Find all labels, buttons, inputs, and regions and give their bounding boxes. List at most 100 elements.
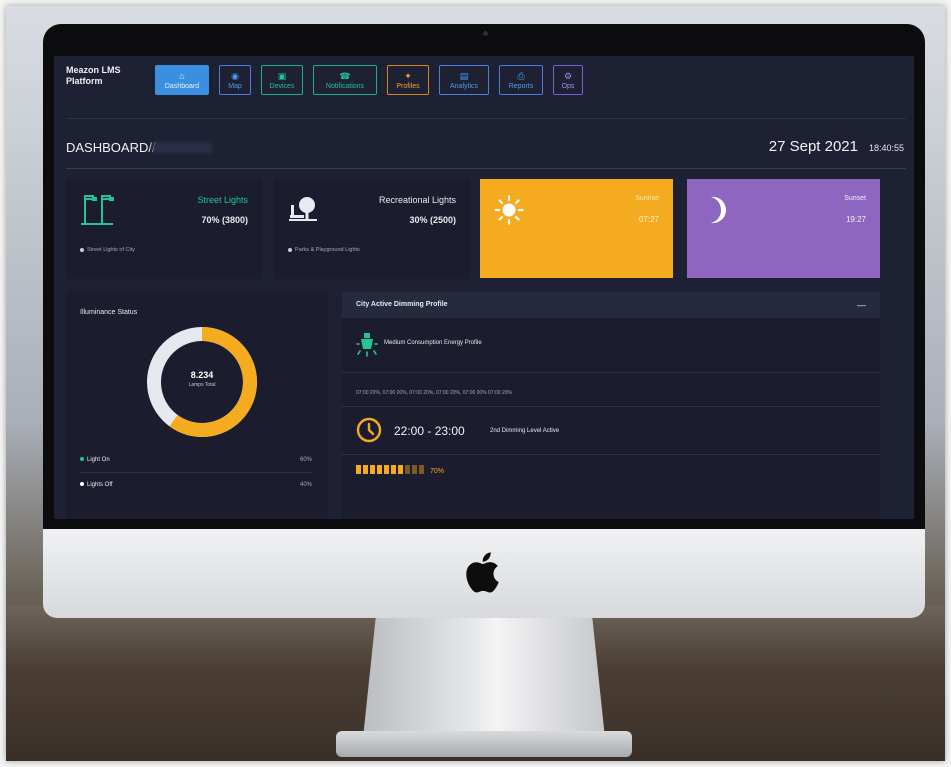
- recreational-lights-value: 30% (2500): [409, 215, 456, 225]
- level-segment: [363, 465, 368, 474]
- current-date: 27 Sept 2021: [768, 138, 858, 155]
- sunrise-label: Sunrise: [635, 195, 659, 202]
- nav-map-button[interactable]: ◉ Map: [219, 65, 251, 95]
- dimming-time-range: 22:00 - 23:00: [394, 424, 465, 438]
- devices-icon: ▣: [277, 70, 287, 81]
- divider: [342, 406, 880, 407]
- recreational-lights-footnote: Parks & Playground Lights: [288, 247, 360, 253]
- lamp-bulb-icon: [356, 333, 378, 357]
- sunset-label: Sunset: [844, 195, 866, 202]
- dimming-profile-panel: City Active Dimming Profile — Medium Con…: [342, 292, 880, 519]
- nav-reports-button[interactable]: ⎙ Reports: [499, 65, 543, 95]
- street-lights-card[interactable]: Street Lights 70% (3800) Street Lights o…: [66, 179, 262, 279]
- level-segment: [356, 465, 361, 474]
- legend-label: Light On: [80, 457, 110, 463]
- nav-profiles-label: Profiles: [396, 82, 420, 90]
- monitor-chin: [43, 523, 925, 618]
- legend-lights-off: Lights Off 40%: [80, 482, 312, 496]
- nav-devices-button[interactable]: ▣ Devices: [261, 65, 303, 95]
- home-icon: ⌂: [179, 70, 185, 81]
- nav-profiles-button[interactable]: ✦ Profiles: [387, 65, 429, 95]
- top-navigation: Meazon LMS Platform ⌂ Dashboard ◉ Map ▣ …: [54, 56, 914, 134]
- street-lights-footnote-text: Street Lights of City: [87, 247, 135, 253]
- apple-logo-icon: [466, 552, 499, 593]
- sun-icon: [494, 195, 524, 225]
- monitor-stand-base: [336, 731, 632, 757]
- nav-ops-label: Ops: [561, 82, 575, 90]
- level-segment: [370, 465, 375, 474]
- dashboard-screen: Meazon LMS Platform ⌂ Dashboard ◉ Map ▣ …: [54, 56, 914, 519]
- nav-reports-label: Reports: [508, 82, 534, 90]
- divider: [66, 168, 906, 169]
- dimming-level-text: 2nd Dimming Level Active: [490, 428, 560, 434]
- street-lights-footnote: Street Lights of City: [80, 247, 135, 253]
- sunset-card[interactable]: Sunset 19:27: [687, 179, 880, 278]
- level-segment: [391, 465, 396, 474]
- nav-bar: ⌂ Dashboard ◉ Map ▣ Devices ☎ Notificati…: [155, 65, 583, 95]
- legend-dot: [80, 482, 84, 487]
- photo-frame: Meazon LMS Platform ⌂ Dashboard ◉ Map ▣ …: [6, 6, 945, 761]
- street-lamp-icon: [81, 195, 114, 225]
- legend-lights-off-text: Lights Off: [87, 482, 113, 488]
- nav-notifications-button[interactable]: ☎ Notifications: [313, 65, 377, 95]
- brand-logo-text: Meazon LMS Platform: [66, 65, 121, 86]
- moon-icon: [711, 196, 726, 224]
- street-lights-value: 70% (3800): [201, 215, 248, 225]
- illuminance-status-panel: Illuminance Status 8.234 Lamps Total Lig…: [66, 292, 328, 519]
- nav-dashboard-label: Dashboard: [164, 82, 200, 90]
- bullet-dot: [80, 247, 84, 252]
- dimming-panel-title: City Active Dimming Profile: [356, 301, 448, 308]
- dimming-schedule: 07:00 20%, 07:00 20%, 07:00 20%, 07:00 2…: [356, 390, 512, 396]
- dimming-level-pct: 70%: [430, 468, 445, 475]
- illuminance-title: Illuminance Status: [80, 309, 138, 316]
- divider: [80, 472, 312, 473]
- dimming-level-meter: [356, 465, 424, 474]
- divider: [342, 372, 880, 373]
- recreational-lights-footnote-text: Parks & Playground Lights: [295, 247, 360, 253]
- recreational-lights-title: Recreational Lights: [378, 195, 456, 205]
- notification-icon: ☎: [339, 70, 351, 81]
- clock-icon: [356, 417, 382, 443]
- monitor-bezel: Meazon LMS Platform ⌂ Dashboard ◉ Map ▣ …: [43, 24, 925, 529]
- legend-label: Lights Off: [80, 482, 113, 488]
- gear-icon: ⚙: [563, 70, 573, 81]
- page-title: DASHBOARD//: [66, 140, 156, 155]
- profile-name: Medium Consumption Energy Profile: [384, 340, 482, 346]
- nav-analytics-button[interactable]: ▤ Analytics: [439, 65, 489, 95]
- level-segment: [419, 465, 424, 474]
- print-icon: ⎙: [517, 70, 525, 81]
- page-header: DASHBOARD// 27 Sept 2021 18:40:55: [66, 136, 906, 160]
- legend-light-on: Light On 60%: [80, 457, 312, 471]
- level-segment: [384, 465, 389, 474]
- sunrise-card[interactable]: Sunrise 07:27: [480, 179, 673, 278]
- nav-analytics-label: Analytics: [449, 82, 478, 90]
- current-time: 18:40:55: [868, 143, 904, 153]
- bullet-dot: [288, 247, 292, 252]
- nav-ops-button[interactable]: ⚙ Ops: [553, 65, 583, 95]
- profiles-icon: ✦: [404, 70, 412, 81]
- legend-light-on-text: Light On: [87, 457, 110, 463]
- street-lights-title: Street Lights: [197, 195, 248, 205]
- recreational-lights-card[interactable]: Recreational Lights 30% (2500) Parks & P…: [274, 179, 470, 279]
- legend-dot: [80, 457, 84, 462]
- lamps-total-label: Lamps Total: [188, 382, 216, 388]
- nav-dashboard-button[interactable]: ⌂ Dashboard: [155, 65, 209, 95]
- divider: [66, 118, 906, 119]
- illuminance-donut-chart: 8.234 Lamps Total: [144, 324, 260, 440]
- camera-icon: [483, 31, 488, 36]
- level-segment: [398, 465, 403, 474]
- lamps-total-value: 8.234: [190, 370, 214, 380]
- level-segment: [405, 465, 410, 474]
- divider: [342, 454, 880, 455]
- analytics-icon: ▤: [459, 70, 469, 81]
- sunset-time: 19:27: [845, 215, 866, 224]
- collapse-button[interactable]: —: [857, 300, 866, 310]
- sunrise-time: 07:27: [638, 215, 659, 224]
- park-lamp-icon: [289, 197, 317, 221]
- level-segment: [412, 465, 417, 474]
- nav-map-label: Map: [228, 82, 242, 90]
- legend-light-on-pct: 60%: [299, 457, 312, 463]
- legend-lights-off-pct: 40%: [299, 482, 312, 488]
- level-segment: [377, 465, 382, 474]
- map-pin-icon: ◉: [231, 70, 239, 81]
